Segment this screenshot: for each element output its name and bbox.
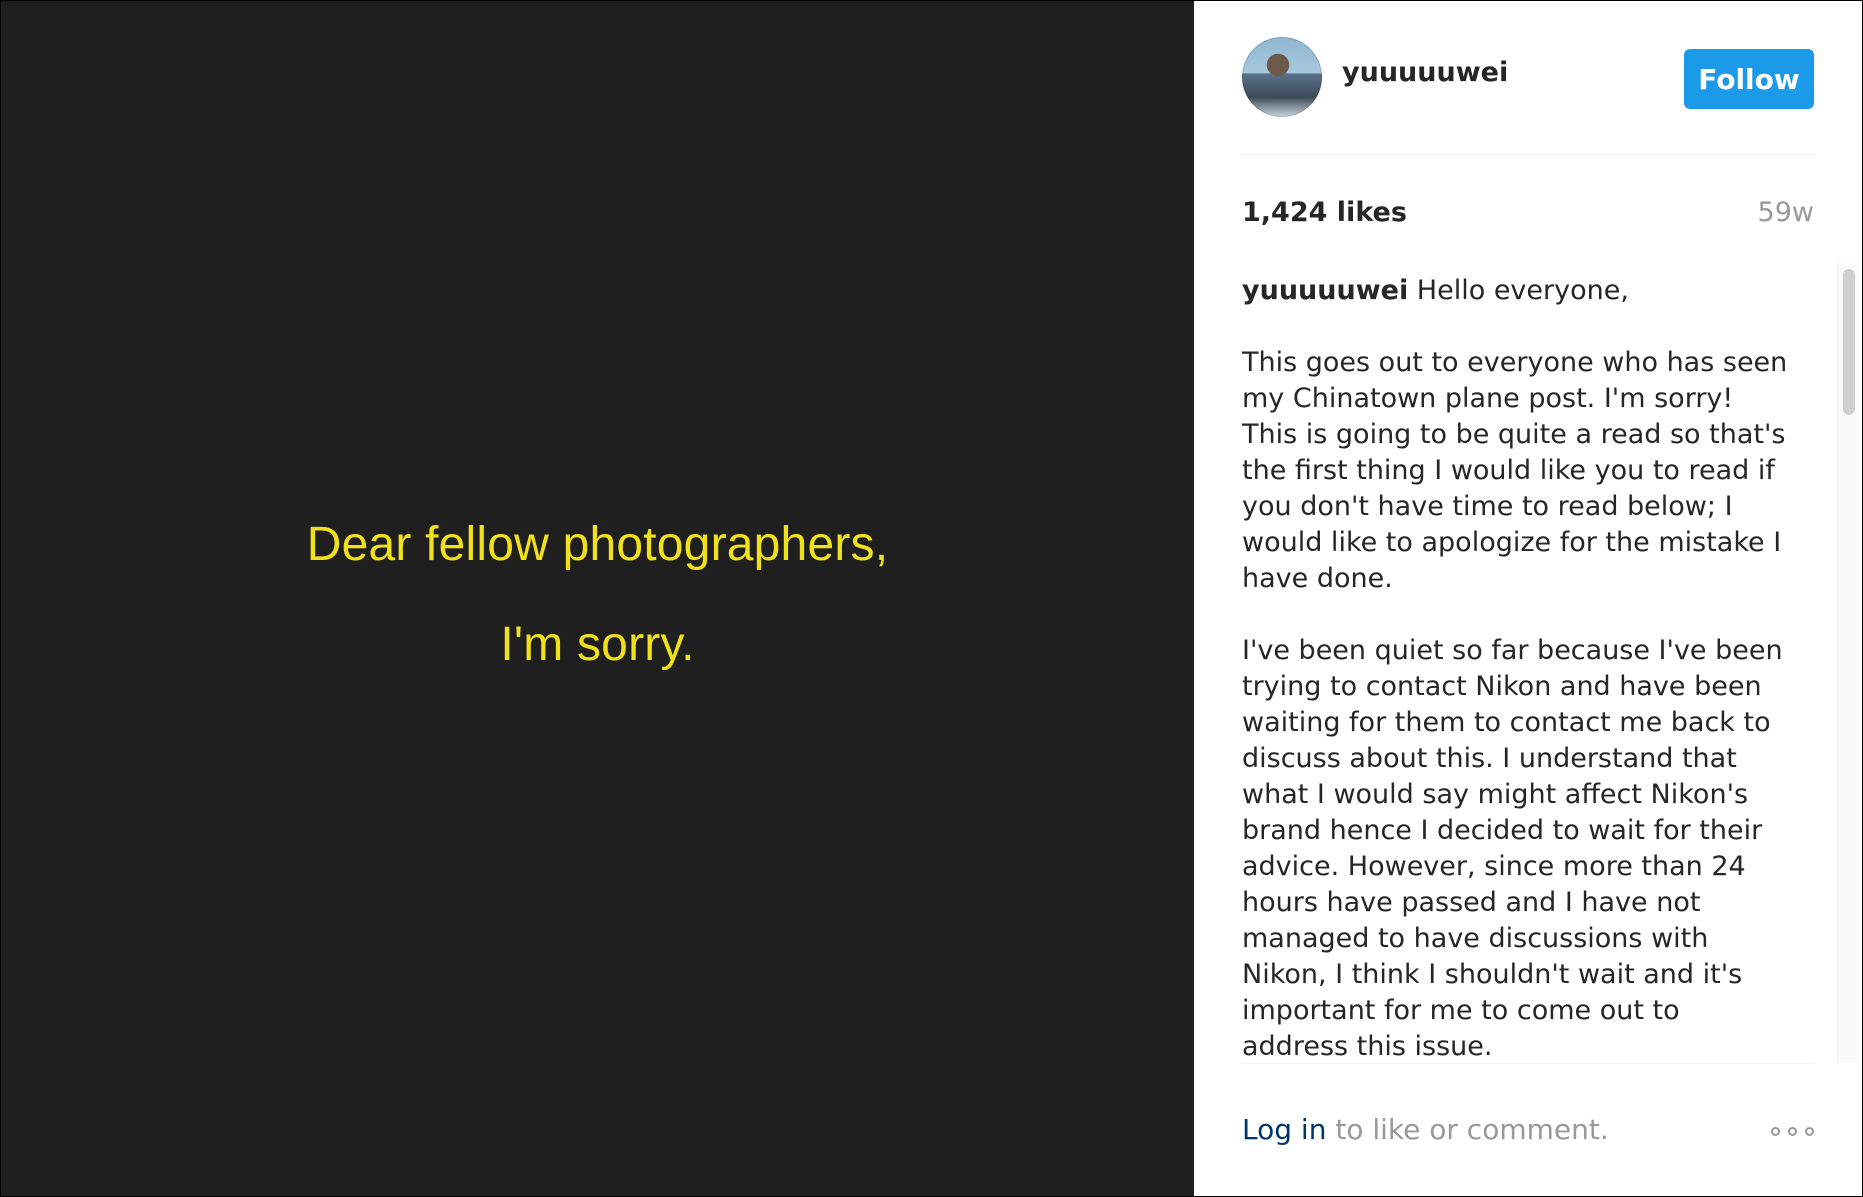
post-age[interactable]: 59w xyxy=(1758,197,1814,228)
post-modal: Dear fellow photographers, I'm sorry. yu… xyxy=(0,0,1863,1197)
footer-divider xyxy=(1242,1063,1814,1064)
more-dot-icon xyxy=(1771,1127,1780,1136)
caption: yuuuuuwei Hello everyone, This goes out … xyxy=(1242,273,1792,1101)
more-dot-icon xyxy=(1788,1127,1797,1136)
post-image-text-line2: I'm sorry. xyxy=(500,618,695,671)
post-sidebar: yuuuuuwei Follow 1,424 likes 59w yuuuuuw… xyxy=(1194,1,1862,1196)
login-prompt: Log in to like or comment. xyxy=(1242,1113,1609,1146)
more-dot-icon xyxy=(1805,1127,1814,1136)
login-link[interactable]: Log in xyxy=(1242,1113,1326,1146)
username-link[interactable]: yuuuuuwei xyxy=(1342,57,1508,88)
caption-author[interactable]: yuuuuuwei xyxy=(1242,275,1408,306)
login-prompt-text: to like or comment. xyxy=(1326,1113,1609,1146)
caption-scrollbar[interactable] xyxy=(1837,263,1858,1063)
post-image[interactable]: Dear fellow photographers, I'm sorry. xyxy=(1,1,1194,1196)
caption-paragraph-1: This goes out to everyone who has seen m… xyxy=(1242,347,1788,594)
post-header: yuuuuuwei Follow xyxy=(1242,37,1814,117)
post-image-text-line1: Dear fellow photographers, xyxy=(306,518,889,571)
caption-paragraph-2: I've been quiet so far because I've been… xyxy=(1242,635,1783,1062)
likes-count[interactable]: 1,424 likes xyxy=(1242,197,1407,228)
scrollbar-thumb[interactable] xyxy=(1843,269,1855,415)
header-divider xyxy=(1242,154,1814,155)
follow-button[interactable]: Follow xyxy=(1684,49,1814,109)
more-options-icon[interactable] xyxy=(1771,1127,1814,1136)
avatar[interactable] xyxy=(1242,37,1322,117)
caption-first-line: yuuuuuwei Hello everyone, xyxy=(1242,273,1792,309)
caption-greeting: Hello everyone, xyxy=(1408,275,1629,306)
